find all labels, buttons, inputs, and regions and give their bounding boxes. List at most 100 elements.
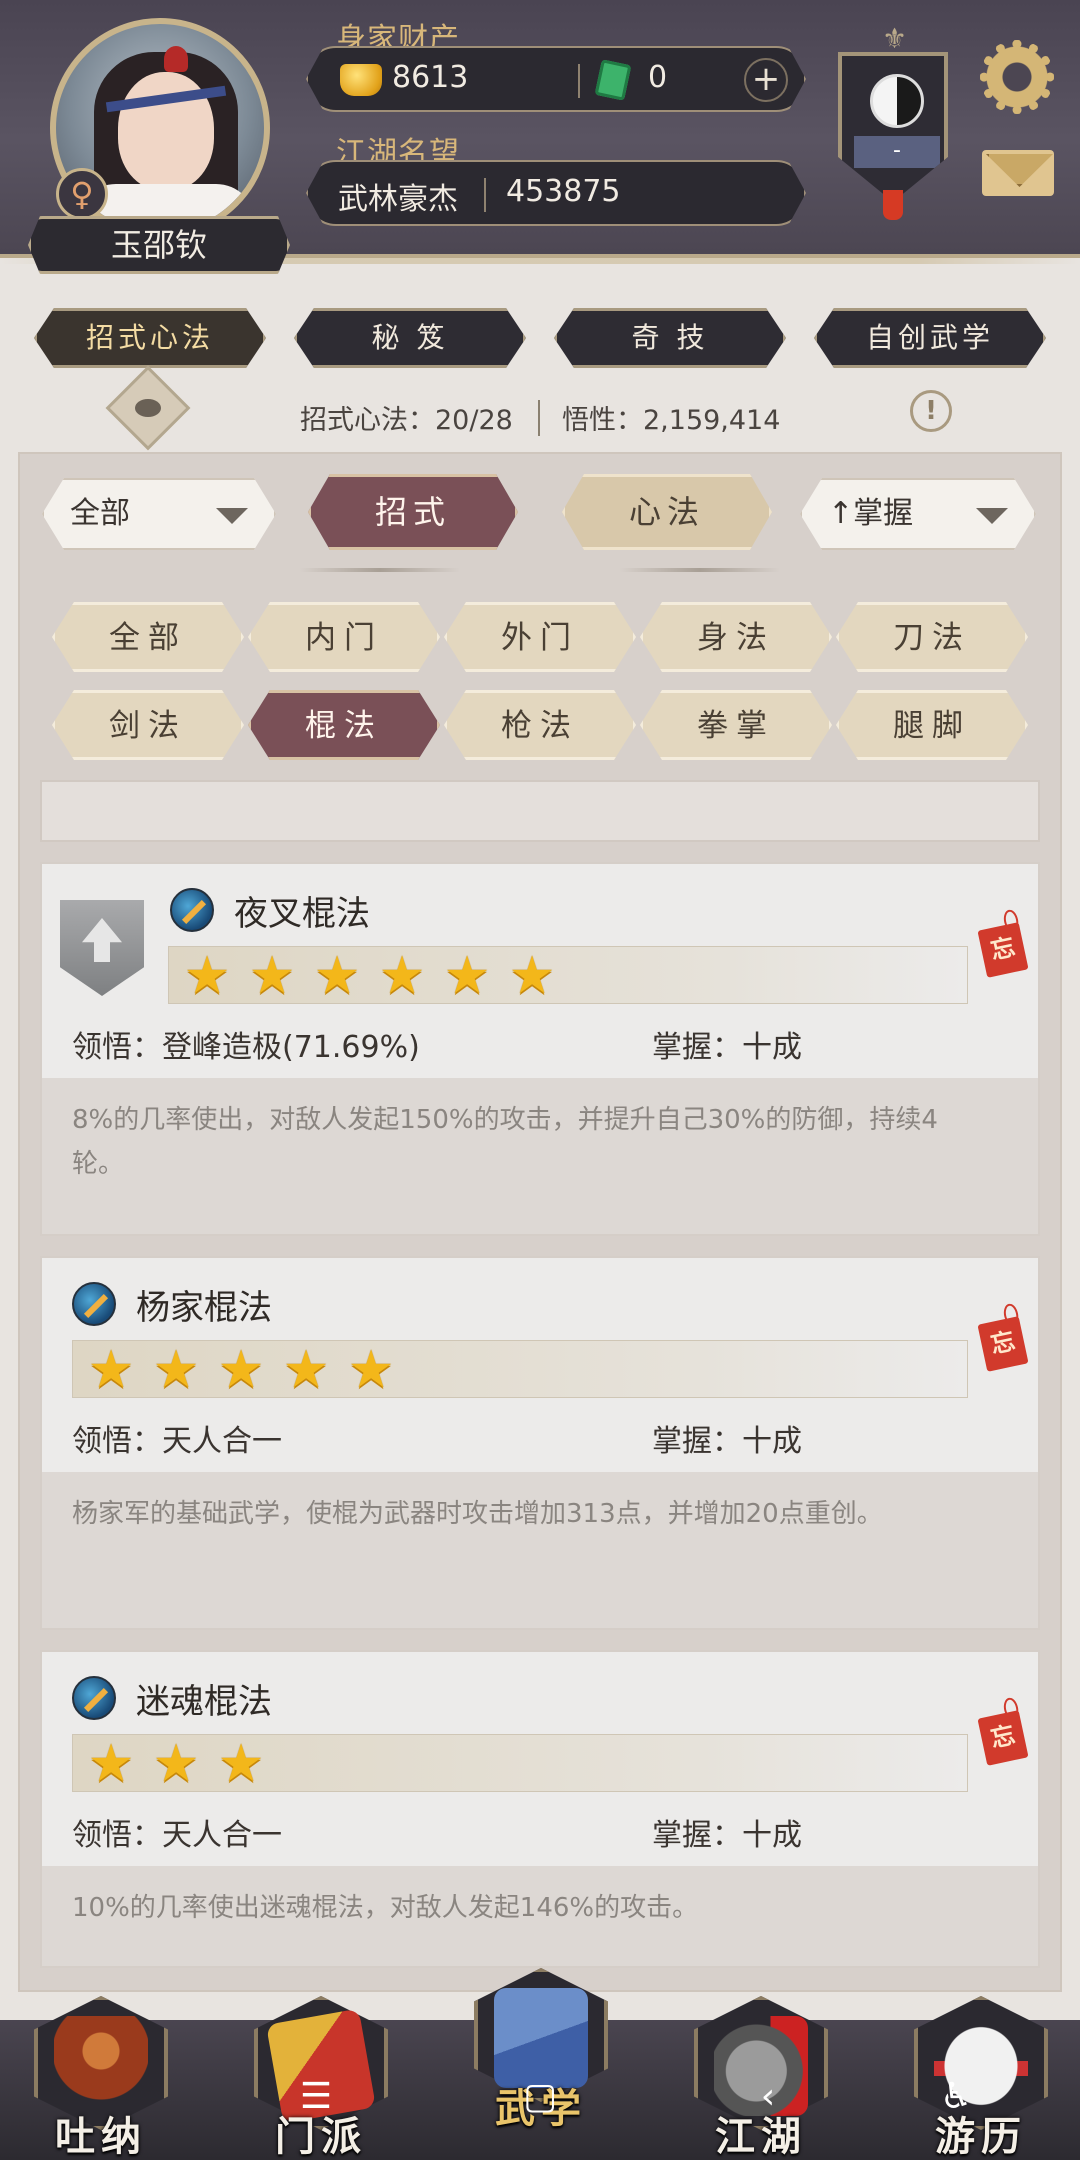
chevron-down-icon <box>976 508 1008 524</box>
insight-value: 悟性：2,159,414 <box>562 405 781 436</box>
divider-ornament-right <box>620 568 780 572</box>
skill-card[interactable]: 迷魂棍法 ★ ★ ★ 忘 领悟：天人合一 掌握：十成 10%的几率使出迷魂棍法，对敌… <box>40 1650 1040 1968</box>
sort-dropdown-value: ↑掌握 <box>828 496 914 531</box>
star-icon: ★ <box>347 1340 395 1400</box>
forget-button[interactable]: 忘 <box>977 1316 1029 1372</box>
filter-type-button[interactable]: 内门 <box>248 602 440 672</box>
fleur-ornament-icon: ⚜ <box>882 22 908 55</box>
star-icon: ★ <box>313 946 361 1006</box>
tab-special-skill[interactable]: 奇 技 <box>554 308 786 368</box>
filter-type-button[interactable]: 剑法 <box>52 690 244 760</box>
skill-description: 10%的几率使出迷魂棍法，对敌人发起146%的攻击。 <box>72 1893 699 1923</box>
skill-name: 夜叉棍法 <box>234 894 370 934</box>
add-currency-button[interactable]: + <box>744 58 788 102</box>
sect-emblem[interactable]: - <box>838 52 948 202</box>
fame-bar[interactable]: 武林豪杰 453875 <box>306 160 806 226</box>
star-icon: ★ <box>183 946 231 1006</box>
staff-skill-icon <box>72 1282 116 1326</box>
toggle-moves[interactable]: 招式 <box>308 474 518 550</box>
nav-label: 吐纳 <box>55 2113 147 2160</box>
stat-divider <box>538 400 540 436</box>
comprehension-level: 领悟：天人合一 <box>72 1424 282 1459</box>
eye-icon[interactable] <box>105 365 191 451</box>
player-name: 玉邵钦 <box>28 216 290 274</box>
forget-button[interactable]: 忘 <box>977 922 1029 978</box>
star-rating: ★ ★ ★ ★ ★ <box>72 1340 968 1398</box>
comprehension-level: 领悟：登峰造极(71.69%) <box>72 1030 420 1065</box>
star-icon: ★ <box>248 946 296 1006</box>
scope-dropdown[interactable]: 全部 <box>42 478 276 550</box>
tab-custom-martial[interactable]: 自创武学 <box>814 308 1046 368</box>
star-rating: ★ ★ ★ <box>72 1734 968 1792</box>
star-icon: ★ <box>87 1734 135 1794</box>
skill-name: 迷魂棍法 <box>136 1682 272 1722</box>
system-back-button[interactable]: ‹ <box>738 2072 798 2122</box>
skill-description-area: 10%的几率使出迷魂棍法，对敌人发起146%的攻击。 <box>42 1866 1038 1966</box>
info-icon[interactable]: ! <box>910 390 952 432</box>
skill-description: 8%的几率使出，对敌人发起150%的攻击，并提升自己30%的防御，持续4轮。 <box>72 1105 938 1179</box>
toggle-methods[interactable]: 心法 <box>562 474 772 550</box>
filter-type-button[interactable]: 腿脚 <box>836 690 1028 760</box>
yin-yang-icon <box>870 74 924 128</box>
list-header-bar <box>40 780 1040 842</box>
mastery-level: 掌握：十成 <box>652 1818 802 1853</box>
tassel-icon <box>883 190 903 220</box>
star-rating: ★ ★ ★ ★ ★ ★ <box>168 946 968 1004</box>
star-icon: ★ <box>152 1734 200 1794</box>
skill-description: 杨家军的基础武学，使棍为武器时攻击增加313点，并增加20点重创。 <box>72 1499 883 1529</box>
upgrade-shield-icon[interactable] <box>60 900 144 996</box>
comprehension-level: 领悟：天人合一 <box>72 1818 282 1853</box>
jade-icon <box>595 59 632 100</box>
female-gender-icon: ♀ <box>56 168 108 220</box>
star-icon: ★ <box>217 1734 265 1794</box>
staff-skill-icon <box>170 888 214 932</box>
filter-type-button[interactable]: 棍法 <box>248 690 440 760</box>
tab-moves-methods[interactable]: 招式心法 <box>34 308 266 368</box>
mastery-level: 掌握：十成 <box>652 1424 802 1459</box>
star-icon: ★ <box>217 1340 265 1400</box>
skill-description-area: 杨家军的基础武学，使棍为武器时攻击增加313点，并增加20点重创。 <box>42 1472 1038 1628</box>
fame-value: 453875 <box>506 174 621 209</box>
star-icon: ★ <box>87 1340 135 1400</box>
mail-icon[interactable] <box>982 150 1054 196</box>
accessibility-icon[interactable]: ♿ <box>926 2072 986 2122</box>
star-icon: ★ <box>152 1340 200 1400</box>
gold-amount: 8613 <box>392 60 469 95</box>
filter-type-button[interactable]: 身法 <box>640 602 832 672</box>
sort-dropdown[interactable]: ↑掌握 <box>800 478 1036 550</box>
nav-meditate[interactable]: 吐纳 <box>26 1990 176 2160</box>
forget-button[interactable]: 忘 <box>977 1710 1029 1766</box>
star-icon: ★ <box>282 1340 330 1400</box>
meditation-icon <box>54 2016 148 2116</box>
system-menu-button[interactable]: ☰ <box>286 2072 346 2122</box>
system-home-button[interactable]: ▢ <box>510 2072 570 2122</box>
avatar-ornament <box>164 46 188 72</box>
tab-secret-manual[interactable]: 秘 笈 <box>294 308 526 368</box>
filter-type-button[interactable]: 拳掌 <box>640 690 832 760</box>
gear-icon[interactable] <box>980 40 1054 114</box>
fame-title: 武林豪杰 <box>338 182 458 217</box>
filter-type-button[interactable]: 外门 <box>444 602 636 672</box>
skill-card[interactable]: 杨家棍法 ★ ★ ★ ★ ★ 忘 领悟：天人合一 掌握：十成 杨家军的基础武学，使棍为武… <box>40 1256 1040 1630</box>
staff-skill-icon <box>72 1676 116 1720</box>
filter-type-button[interactable]: 全部 <box>52 602 244 672</box>
wealth-bar: 8613 0 + <box>306 46 806 112</box>
star-icon: ★ <box>443 946 491 1006</box>
divider-ornament-left <box>300 568 460 572</box>
star-icon: ★ <box>378 946 426 1006</box>
wealth-divider <box>578 64 580 98</box>
chevron-down-icon <box>216 508 248 524</box>
scope-dropdown-value: 全部 <box>70 496 130 531</box>
sect-value: - <box>854 136 940 168</box>
mastery-level: 掌握：十成 <box>652 1030 802 1065</box>
learned-count: 招式心法：20/28 <box>300 405 513 436</box>
skill-card[interactable]: 夜叉棍法 ★ ★ ★ ★ ★ ★ 忘 领悟：登峰造极(71.69%) 掌握：十成 8%的几… <box>40 862 1040 1236</box>
filter-type-button[interactable]: 刀法 <box>836 602 1028 672</box>
fame-divider <box>484 178 486 212</box>
filter-type-button[interactable]: 枪法 <box>444 690 636 760</box>
skill-description-area: 8%的几率使出，对敌人发起150%的攻击，并提升自己30%的防御，持续4轮。 <box>42 1078 1038 1234</box>
gold-ingot-icon <box>340 64 382 96</box>
jade-amount: 0 <box>648 60 668 95</box>
skill-name: 杨家棍法 <box>136 1288 272 1328</box>
star-icon: ★ <box>508 946 556 1006</box>
